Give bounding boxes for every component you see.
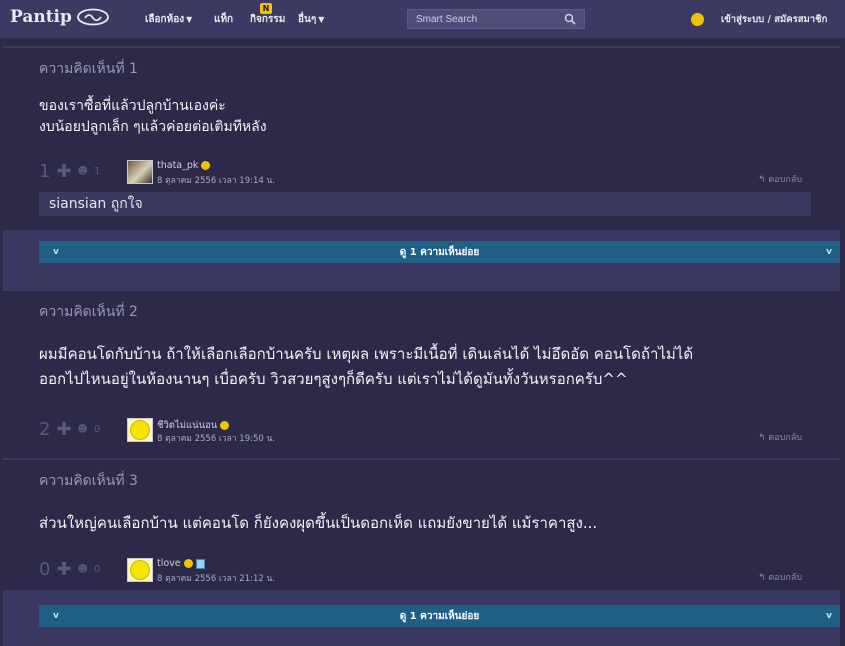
reply-label: ตอบกลับ [768,433,803,443]
login-icon[interactable] [691,13,704,26]
show-subcomments-label: ดู 1 ความเห็นย่อย [399,246,480,258]
reaction-text: siansian ถูกใจ [49,196,143,212]
username[interactable]: thata_pk [157,160,211,171]
emotion-count: 0 [93,564,101,575]
comment-number: ความคิดเห็นที่ 1 [39,61,138,77]
login-link[interactable]: เข้าสู่ระบบ / สมัครสมาชิก [721,12,827,27]
subcomment-band: v ดู 1 ความเห็นย่อย v [3,230,840,289]
plus-vote-icon[interactable]: ✚ [56,161,71,182]
menu-activity[interactable]: กิจกรรม [250,12,285,27]
chevron-down-icon: ▼ [186,15,193,24]
comment-body: ผมมีคอนโดกับบ้าน ถ้าให้เลือกเลือกบ้านครั… [39,342,693,392]
reply-icon: ↰ [758,433,769,443]
menu-rooms[interactable]: เลือกห้อง ▼ [145,12,192,27]
vote-box: 1 ✚ ☻ 1 [39,161,100,182]
avatar[interactable] [127,160,153,184]
comment-date: 8 ตุลาคม 2556 เวลา 19:50 น. [157,434,276,444]
show-subcomments-button[interactable]: v ดู 1 ความเห็นย่อย v [39,605,840,627]
top-nav: Pantip เลือกห้อง ▼ แท็ก กิจกรรม N อื่นๆ ▼ … [0,0,845,38]
vote-count: 0 [39,559,51,580]
menu-more[interactable]: อื่นๆ ▼ [298,12,324,27]
logo-text: Pantip [10,7,72,27]
reply-button[interactable]: ↰ ตอบกลับ [758,570,802,584]
comment-body: ของเราซื้อที่แล้วปลูกบ้านเองค่ะ งบน้อยปล… [39,96,267,138]
comment-line: ออกไปไหนอยู่ในห้องนานๆ เบื่อครับ วิวสวยๆ… [39,370,628,388]
smart-search-input[interactable]: Smart Search [407,9,585,29]
plus-vote-icon[interactable]: ✚ [56,419,71,440]
reaction-row: siansian ถูกใจ [39,192,811,216]
avatar[interactable] [127,558,153,582]
comment-line: ผมมีคอนโดกับบ้าน ถ้าให้เลือกเลือกบ้านครั… [39,345,694,363]
member-icon [220,421,230,430]
show-subcomments-label: ดู 1 ความเห็นย่อย [399,610,480,622]
reply-label: ตอบกลับ [768,175,803,185]
badge-icon [195,558,205,569]
comment-line: ส่วนใหญ่คนเลือกบ้าน แต่คอนโด ก็ยังคงผุดข… [39,514,598,532]
reply-icon: ↰ [758,573,769,583]
reply-label: ตอบกลับ [768,573,803,583]
comment-date: 8 ตุลาคม 2556 เวลา 21:12 น. [157,574,276,584]
menu-tags[interactable]: แท็ก [214,12,233,27]
member-icon [183,559,193,568]
menu-rooms-label: เลือกห้อง [145,14,185,25]
vote-box: 2 ✚ ☻ 0 [39,419,100,440]
search-placeholder: Smart Search [416,13,478,25]
chevron-down-icon: v [53,611,59,621]
chevron-down-icon: ▼ [318,15,325,24]
smiley-icon [130,420,150,440]
menu-more-label: อื่นๆ [298,14,317,25]
subcomment-band: v ดู 1 ความเห็นย่อย v [3,590,840,646]
pantip-logo[interactable]: Pantip [10,7,110,27]
emotion-icon[interactable]: ☻ [78,424,88,435]
comment-card: ความคิดเห็นที่ 1 ของเราซื้อที่แล้วปลูกบ้… [3,46,840,232]
reply-button[interactable]: ↰ ตอบกลับ [758,430,802,444]
vote-box: 0 ✚ ☻ 0 [39,559,100,580]
chevron-down-icon: v [826,247,832,257]
menu-activity-label: กิจกรรม [250,14,286,25]
emotion-icon[interactable]: ☻ [78,564,88,575]
comment-line: ของเราซื้อที่แล้วปลูกบ้านเองค่ะ [39,98,226,114]
emotion-count: 0 [93,424,101,435]
comment-date: 8 ตุลาคม 2556 เวลา 19:14 น. [157,176,276,186]
new-badge: N [260,3,272,14]
comment-line: งบน้อยปลูกเล็ก ๆแล้วค่อยต่อเติมทีหลัง [39,119,267,135]
comment-card: ความคิดเห็นที่ 3 ส่วนใหญ่คนเลือกบ้าน แต่… [3,458,840,592]
emotion-count: 1 [93,166,101,177]
menu-tags-label: แท็ก [214,14,234,25]
logo-mark-icon [77,8,109,26]
member-icon [201,161,211,170]
chevron-down-icon: v [53,247,59,257]
reply-button[interactable]: ↰ ตอบกลับ [758,172,802,186]
show-subcomments-button[interactable]: v ดู 1 ความเห็นย่อย v [39,241,840,263]
smiley-icon [130,560,150,580]
username[interactable]: tlove [157,558,205,569]
reply-icon: ↰ [758,175,769,185]
vote-count: 1 [39,161,51,182]
vote-count: 2 [39,419,51,440]
search-icon[interactable] [564,13,576,25]
comment-number: ความคิดเห็นที่ 3 [39,473,138,489]
plus-vote-icon[interactable]: ✚ [56,559,71,580]
avatar[interactable] [127,418,153,442]
chevron-down-icon: v [826,611,832,621]
username-text: thata_pk [157,160,199,171]
comment-body: ส่วนใหญ่คนเลือกบ้าน แต่คอนโด ก็ยังคงผุดข… [39,511,597,536]
emotion-icon[interactable]: ☻ [78,166,88,177]
username-text: tlove [157,558,181,569]
comment-card: ความคิดเห็นที่ 2 ผมมีคอนโดกับบ้าน ถ้าให้… [3,289,840,455]
comment-number: ความคิดเห็นที่ 2 [39,304,138,320]
